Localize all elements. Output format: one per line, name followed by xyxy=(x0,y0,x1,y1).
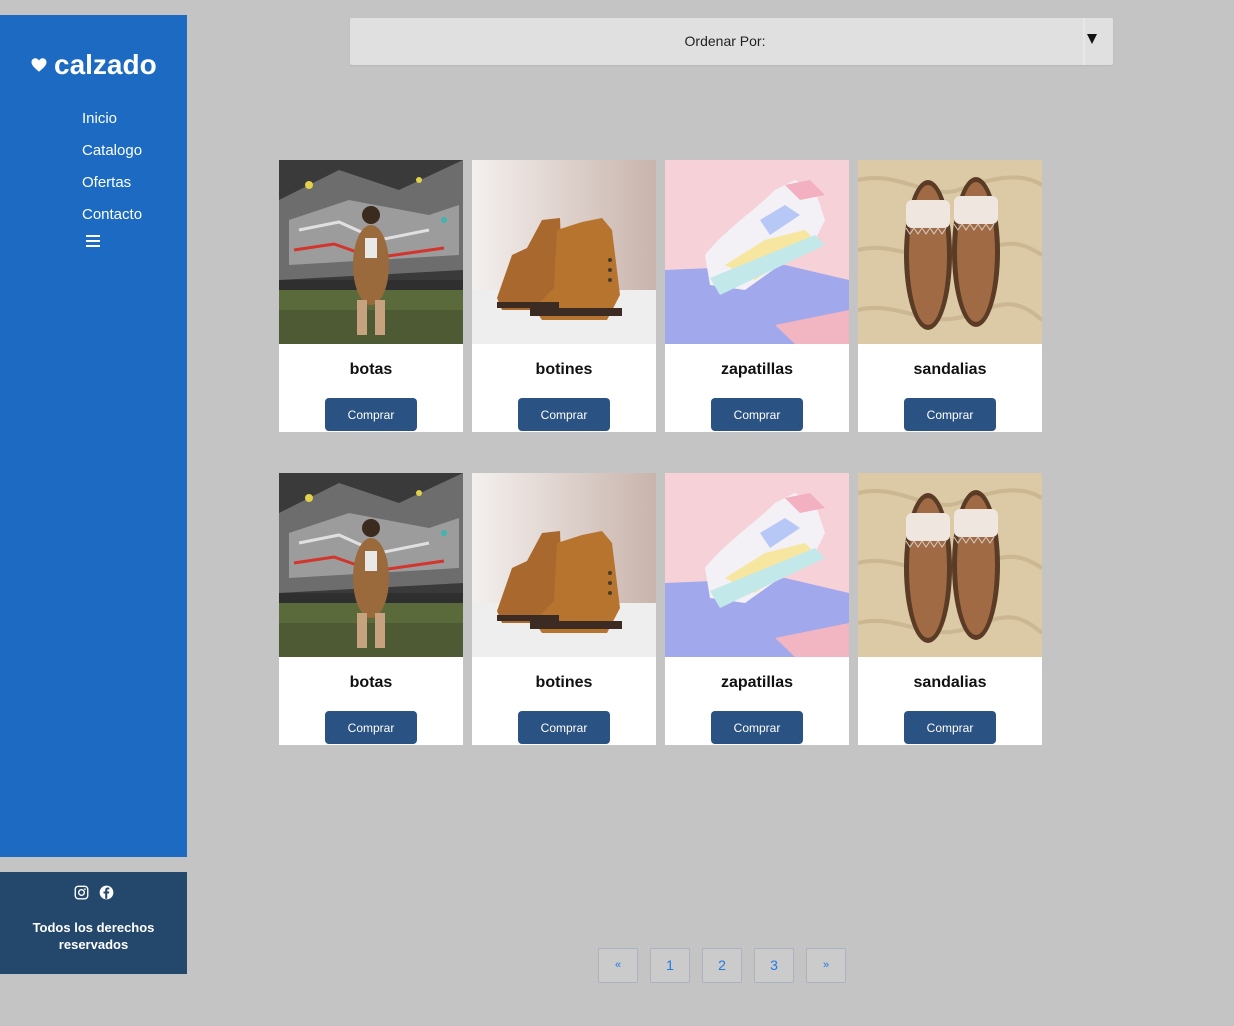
product-card-sandalias: sandalias Comprar xyxy=(858,160,1042,432)
brand-logo[interactable]: calzado xyxy=(30,49,157,81)
facebook-icon xyxy=(99,885,113,900)
pagination-page-3[interactable]: 3 xyxy=(754,948,794,983)
product-title: zapatillas xyxy=(720,674,794,691)
sort-select[interactable]: Ordenar Por: xyxy=(350,18,1113,65)
product-card-botines: botines Comprar xyxy=(472,160,656,432)
pagination-prev[interactable]: « xyxy=(598,948,638,983)
main-nav: Inicio Catalogo Ofertas Contacto xyxy=(82,103,142,231)
pagination-page-1[interactable]: 1 xyxy=(650,948,690,983)
product-card-botines: botines Comprar xyxy=(472,473,656,745)
product-title: botines xyxy=(535,361,593,378)
nav-item-inicio[interactable]: Inicio xyxy=(82,103,142,135)
product-image xyxy=(472,160,656,344)
product-grid-row-1: botas Comprar botines Comprar zapatillas… xyxy=(279,160,1043,432)
pagination-next[interactable]: » xyxy=(806,948,846,983)
product-card-zapatillas: zapatillas Comprar xyxy=(665,160,849,432)
facebook-link[interactable] xyxy=(99,885,114,900)
product-title: sandalias xyxy=(913,361,987,378)
buy-button[interactable]: Comprar xyxy=(904,398,996,431)
product-image xyxy=(858,473,1042,657)
buy-button[interactable]: Comprar xyxy=(904,711,996,744)
sort-divider xyxy=(1083,18,1085,65)
product-image xyxy=(279,160,463,344)
product-image xyxy=(858,160,1042,344)
product-title: zapatillas xyxy=(720,361,794,378)
brand-name: calzado xyxy=(54,49,157,80)
product-image xyxy=(665,473,849,657)
sidebar-footer: Todos los derechos reservados xyxy=(0,872,187,974)
nav-item-catalogo[interactable]: Catalogo xyxy=(82,135,142,167)
product-card-sandalias: sandalias Comprar xyxy=(858,473,1042,745)
buy-button[interactable]: Comprar xyxy=(711,398,803,431)
product-title: botas xyxy=(349,361,393,378)
product-title: botines xyxy=(535,674,593,691)
product-card-zapatillas: zapatillas Comprar xyxy=(665,473,849,745)
product-grid-row-2: botas Comprar botines Comprar zapatillas… xyxy=(279,473,1043,745)
buy-button[interactable]: Comprar xyxy=(325,711,417,744)
product-image xyxy=(665,160,849,344)
product-image xyxy=(472,473,656,657)
product-title: sandalias xyxy=(913,674,987,691)
buy-button[interactable]: Comprar xyxy=(325,398,417,431)
product-card-botas: botas Comprar xyxy=(279,473,463,745)
copyright-text: Todos los derechos reservados xyxy=(32,920,155,952)
product-image xyxy=(279,473,463,657)
product-card-botas: botas Comprar xyxy=(279,160,463,432)
instagram-link[interactable] xyxy=(74,885,89,900)
buy-button[interactable]: Comprar xyxy=(518,398,610,431)
pagination: « 1 2 3 » xyxy=(598,948,846,983)
hamburger-menu-icon[interactable] xyxy=(86,235,100,247)
instagram-icon xyxy=(74,885,88,900)
caret-down-icon xyxy=(1087,34,1097,44)
sort-label: Ordenar Por: xyxy=(684,33,766,49)
nav-item-contacto[interactable]: Contacto xyxy=(82,199,142,231)
product-title: botas xyxy=(349,674,393,691)
social-links xyxy=(0,885,187,900)
pagination-page-2[interactable]: 2 xyxy=(702,948,742,983)
heart-icon xyxy=(31,58,47,72)
buy-button[interactable]: Comprar xyxy=(711,711,803,744)
buy-button[interactable]: Comprar xyxy=(518,711,610,744)
sidebar: calzado Inicio Catalogo Ofertas Contacto xyxy=(0,15,187,857)
nav-item-ofertas[interactable]: Ofertas xyxy=(82,167,142,199)
